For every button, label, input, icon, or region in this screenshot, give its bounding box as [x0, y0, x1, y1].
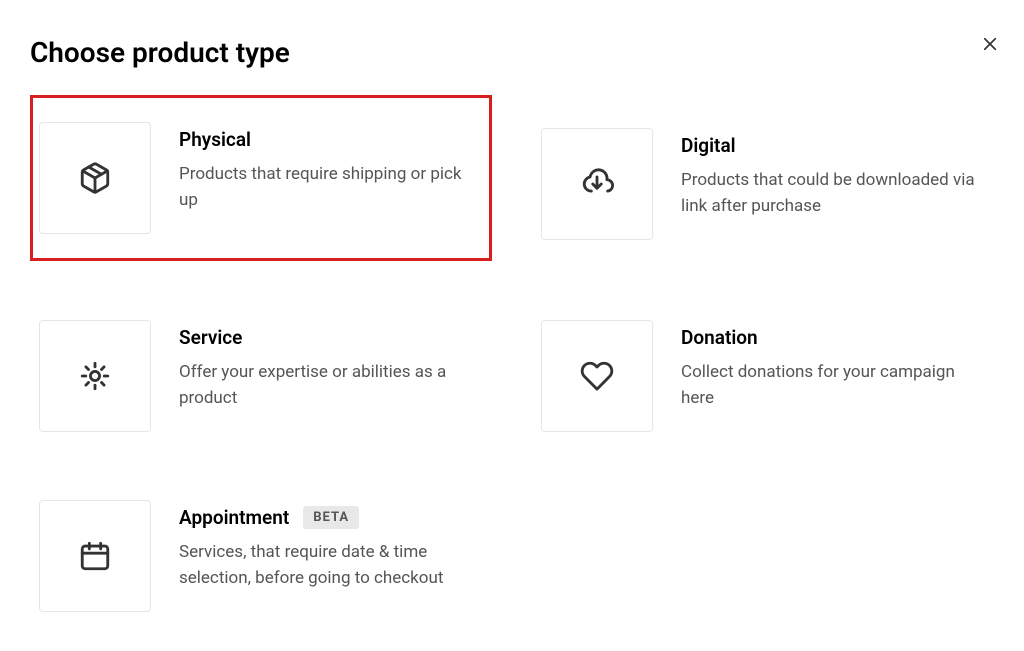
icon-box-service	[39, 320, 151, 432]
card-text-physical: Physical Products that require shipping …	[179, 122, 483, 214]
beta-badge: BETA	[303, 506, 359, 529]
icon-box-appointment	[39, 500, 151, 612]
product-type-service[interactable]: Service Offer your expertise or abilitie…	[30, 311, 492, 441]
card-text-appointment: Appointment BETA Services, that require …	[179, 500, 483, 592]
product-type-digital[interactable]: Digital Products that could be downloade…	[532, 119, 994, 261]
icon-box-physical	[39, 122, 151, 234]
page-title: Choose product type	[30, 36, 994, 69]
cloud-download-icon	[580, 167, 614, 201]
product-type-donation[interactable]: Donation Collect donations for your camp…	[532, 311, 994, 441]
calendar-icon	[78, 539, 112, 573]
close-button[interactable]	[976, 30, 1004, 58]
heart-icon	[580, 359, 614, 393]
card-text-service: Service Offer your expertise or abilitie…	[179, 320, 483, 412]
icon-box-donation	[541, 320, 653, 432]
sun-icon	[78, 359, 112, 393]
package-icon	[78, 161, 112, 195]
card-title-service: Service	[179, 326, 242, 349]
card-text-donation: Donation Collect donations for your camp…	[681, 320, 985, 412]
card-description-service: Offer your expertise or abilities as a p…	[179, 359, 483, 412]
product-type-appointment[interactable]: Appointment BETA Services, that require …	[30, 491, 492, 621]
card-description-physical: Products that require shipping or pick u…	[179, 161, 483, 214]
close-icon	[981, 35, 999, 53]
card-title-digital: Digital	[681, 134, 736, 157]
card-description-digital: Products that could be downloaded via li…	[681, 167, 985, 220]
card-description-donation: Collect donations for your campaign here	[681, 359, 985, 412]
product-type-grid: Physical Products that require shipping …	[30, 119, 994, 621]
card-description-appointment: Services, that require date & time selec…	[179, 539, 483, 592]
product-type-physical[interactable]: Physical Products that require shipping …	[30, 95, 492, 261]
card-text-digital: Digital Products that could be downloade…	[681, 128, 985, 220]
card-title-physical: Physical	[179, 128, 251, 151]
icon-box-digital	[541, 128, 653, 240]
card-title-donation: Donation	[681, 326, 758, 349]
card-title-appointment: Appointment	[179, 506, 289, 529]
